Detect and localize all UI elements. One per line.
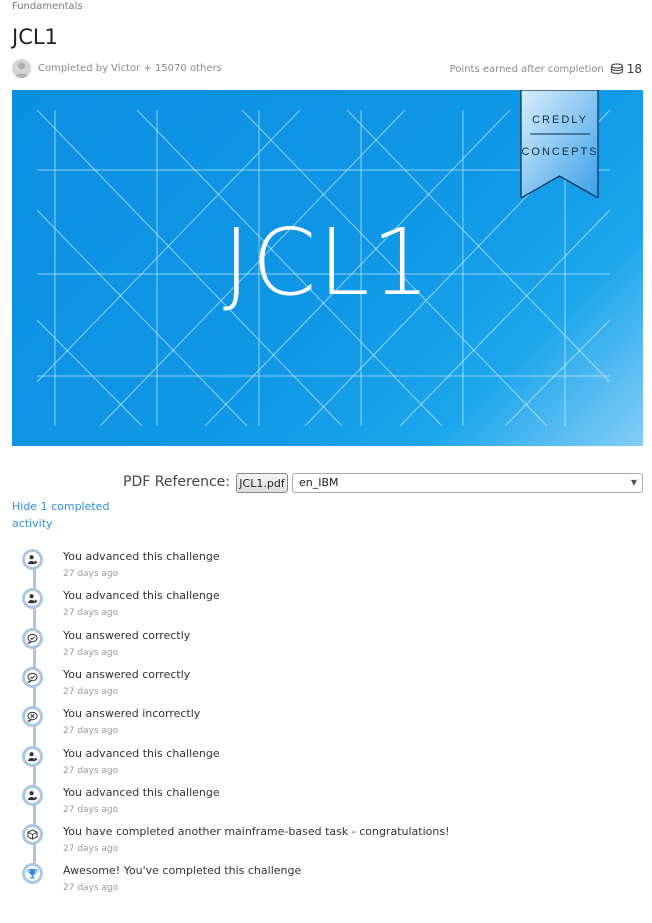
activity-text: You answered correctly [63, 628, 191, 642]
completed-by: Completed by Victor + 15070 others [12, 59, 222, 78]
chevron-down-icon: ▼ [630, 478, 637, 487]
pdf-reference-label: PDF Reference: [123, 474, 230, 490]
advance-icon [22, 784, 43, 806]
completed-by-text: Completed by Victor + 15070 others [38, 63, 222, 74]
advance-icon [22, 745, 43, 767]
cube-icon [22, 824, 43, 846]
activity-text: You advanced this challenge [63, 550, 220, 563]
ribbon-bottom-text: CONCEPTS [521, 146, 599, 158]
page-title: JCL1 [12, 25, 58, 49]
activity-item: You answered correctly 27 days ago [0, 619, 652, 658]
activity-item: You answered incorrectly 27 days ago [0, 697, 652, 736]
x-icon [22, 706, 43, 728]
points-earned: Points earned after completion 18 [450, 62, 642, 76]
activity-text: You advanced this challenge [63, 589, 220, 603]
activity-text: You advanced this challenge [63, 746, 220, 760]
avatar [12, 59, 31, 78]
pdf-reference-row: PDF Reference: JCL1.pdf en_IBM ▼ [0, 473, 652, 495]
advance-icon [22, 549, 43, 570]
activity-text: Awesome! You've completed this challenge [63, 864, 302, 878]
activity-item: You have completed another mainframe-bas… [0, 815, 652, 854]
activity-time: 27 days ago [63, 726, 119, 737]
activity-time: 27 days ago [63, 647, 119, 658]
hide-completed-activity-link[interactable]: Hide 1 completed activity [12, 498, 122, 532]
activity-text: You have completed another mainframe-bas… [63, 825, 450, 839]
pdf-download-button[interactable]: JCL1.pdf [236, 473, 288, 493]
activity-time: 27 days ago [63, 883, 119, 894]
activity-item: You advanced this challenge 27 days ago [0, 540, 652, 579]
credly-ribbon-badge [520, 90, 599, 198]
activity-time: 27 days ago [63, 804, 119, 815]
activity-text: You answered correctly [63, 667, 191, 681]
coins-icon [610, 63, 623, 75]
activity-time: 27 days ago [63, 765, 119, 776]
activity-item: You advanced this challenge 27 days ago [0, 737, 652, 776]
activity-item: Awesome! You've completed this challenge… [0, 854, 652, 893]
activity-item: You advanced this challenge 27 days ago [0, 776, 652, 815]
pdf-language-selected: en_IBM [299, 476, 339, 489]
points-label: Points earned after completion [449, 63, 604, 75]
activity-time: 27 days ago [63, 608, 119, 619]
check-icon [22, 666, 43, 688]
points-value: 18 [626, 62, 642, 76]
challenge-banner: JCL1 CREDLY CONCEPTS [12, 90, 643, 446]
activity-item: You advanced this challenge 27 days ago [0, 579, 652, 618]
breadcrumb[interactable]: Fundamentals [12, 1, 83, 12]
activity-text: You answered incorrectly [63, 707, 201, 721]
activity-text: You advanced this challenge [63, 785, 220, 799]
check-icon [22, 627, 43, 649]
activity-item: You answered correctly 27 days ago [0, 658, 652, 697]
activity-time: 27 days ago [63, 686, 119, 697]
advance-icon [22, 588, 43, 610]
ribbon-top-text: CREDLY [532, 114, 588, 126]
user-avatar-icon [14, 62, 29, 78]
activity-time: 27 days ago [63, 569, 119, 579]
banner-title: JCL1 [222, 209, 433, 316]
activity-time: 27 days ago [63, 844, 119, 855]
pdf-language-select[interactable]: en_IBM ▼ [292, 473, 643, 493]
trophy-icon [22, 863, 43, 885]
